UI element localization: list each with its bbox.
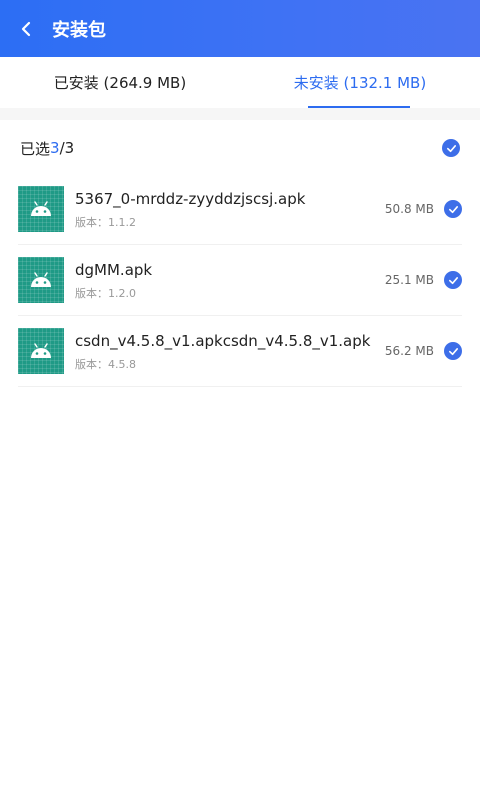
item-info: dgMM.apk 版本：1.2.0 <box>75 259 385 301</box>
item-version: 版本：1.1.2 <box>75 216 136 229</box>
item-checkbox[interactable] <box>444 271 462 289</box>
tab-bar: 已安装 (264.9 MB) 未安装 (132.1 MB) <box>0 57 480 108</box>
item-info: csdn_v4.5.8_v1.apkcsdn_v4.5.8_v1.apk 版本：… <box>75 330 385 372</box>
android-icon <box>18 257 64 303</box>
item-version: 版本：4.5.8 <box>75 358 136 371</box>
page-title: 安装包 <box>52 19 106 41</box>
item-version: 版本：1.2.0 <box>75 287 136 300</box>
tab-not-installed-label: 未安装 (132.1 MB) <box>293 74 427 92</box>
selected-prefix: 已选 <box>20 139 51 158</box>
item-name: csdn_v4.5.8_v1.apkcsdn_v4.5.8_v1.apk <box>75 332 371 350</box>
checkmark-icon <box>448 205 458 213</box>
item-size: 56.2 MB <box>384 344 434 358</box>
item-checkbox[interactable] <box>444 200 462 218</box>
android-icon <box>18 328 64 374</box>
tab-installed[interactable]: 已安装 (264.9 MB) <box>0 57 240 108</box>
chevron-left-icon <box>21 21 31 36</box>
item-info: 5367_0-mrddz-zyyddzjscsj.apk 版本：1.1.2 <box>75 188 385 230</box>
item-name: 5367_0-mrddz-zyyddzjscsj.apk <box>75 190 306 208</box>
android-icon <box>18 186 64 232</box>
checkmark-icon <box>448 276 458 284</box>
item-name: dgMM.apk <box>75 261 153 279</box>
item-checkbox[interactable] <box>444 342 462 360</box>
select-all-checkbox[interactable] <box>442 139 460 157</box>
tab-not-installed[interactable]: 未安装 (132.1 MB) <box>240 57 480 108</box>
list-item[interactable]: csdn_v4.5.8_v1.apkcsdn_v4.5.8_v1.apk 版本：… <box>18 316 462 387</box>
app-header: 安装包 <box>0 0 480 57</box>
checkmark-icon <box>446 144 456 152</box>
back-button[interactable] <box>0 0 52 57</box>
item-size: 25.1 MB <box>384 273 434 287</box>
apk-list: 5367_0-mrddz-zyyddzjscsj.apk 版本：1.1.2 50… <box>18 174 462 387</box>
selection-summary: 已选 3/3 <box>0 120 480 176</box>
tab-installed-label: 已安装 (264.9 MB) <box>53 74 187 92</box>
list-item[interactable]: 5367_0-mrddz-zyyddzjscsj.apk 版本：1.1.2 50… <box>18 174 462 245</box>
list-item[interactable]: dgMM.apk 版本：1.2.0 25.1 MB <box>18 245 462 316</box>
section-divider <box>0 108 480 120</box>
selected-count: 3 <box>50 139 60 157</box>
selected-total: /3 <box>59 139 75 157</box>
checkmark-icon <box>448 347 458 355</box>
item-size: 50.8 MB <box>384 202 434 216</box>
